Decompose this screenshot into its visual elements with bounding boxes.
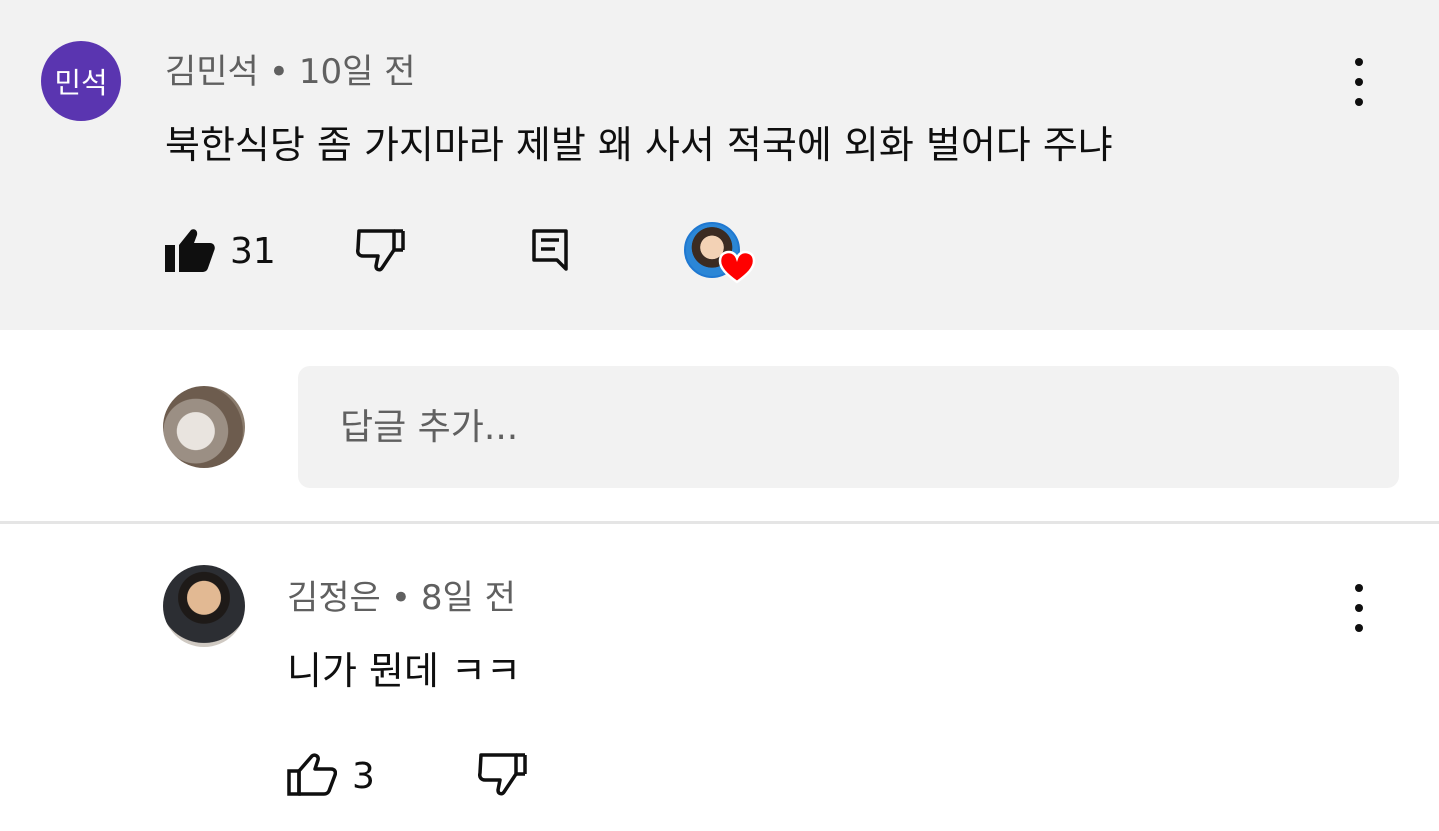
reply-author-avatar[interactable] bbox=[163, 565, 245, 647]
reply-input[interactable] bbox=[298, 366, 1399, 488]
commenter-avatar[interactable]: 민석 bbox=[41, 41, 121, 121]
comment-author[interactable]: 김민석 bbox=[165, 52, 259, 92]
reply-text: 니가 뭔데 ㅋㅋ bbox=[287, 649, 521, 693]
reply-dislike-button[interactable] bbox=[478, 752, 528, 800]
comments-thread: 민석 김민석 • 10일 전 북한식당 좀 가지마라 제발 왜 사서 적국에 외화 … bbox=[0, 0, 1439, 831]
like-count: 31 bbox=[230, 231, 276, 272]
dot-icon bbox=[1355, 604, 1363, 612]
dot-icon bbox=[1355, 624, 1363, 632]
reply-author[interactable]: 김정은 bbox=[287, 578, 381, 618]
reply-like-button[interactable] bbox=[287, 752, 338, 800]
reply-time[interactable]: 8일 전 bbox=[421, 578, 516, 618]
dot-icon bbox=[1355, 584, 1363, 592]
reply-meta: 김정은 • 8일 전 bbox=[287, 570, 516, 619]
dot-icon bbox=[1355, 98, 1363, 106]
highlighted-comment: 민석 김민석 • 10일 전 북한식당 좀 가지마라 제발 왜 사서 적국에 외화 … bbox=[0, 0, 1439, 330]
thumbs-down-icon bbox=[356, 229, 405, 272]
meta-separator: • bbox=[390, 578, 411, 618]
meta-separator: • bbox=[268, 52, 289, 92]
divider bbox=[0, 521, 1439, 524]
comment-time[interactable]: 10일 전 bbox=[299, 52, 416, 92]
dislike-button[interactable] bbox=[356, 228, 406, 276]
dot-icon bbox=[1355, 58, 1363, 66]
comment-text: 북한식당 좀 가지마라 제발 왜 사서 적국에 외화 벌어다 주냐 bbox=[165, 123, 1113, 167]
creator-heart-badge[interactable] bbox=[684, 222, 756, 286]
comment-meta: 김민석 • 10일 전 bbox=[165, 44, 416, 93]
thumbs-down-icon bbox=[478, 753, 527, 796]
dot-icon bbox=[1355, 78, 1363, 86]
comment-menu-button[interactable] bbox=[1353, 58, 1365, 106]
avatar-initials: 민석 bbox=[54, 66, 108, 100]
reply-button[interactable] bbox=[531, 228, 571, 276]
current-user-avatar bbox=[163, 386, 245, 468]
reply-composer bbox=[0, 330, 1439, 522]
reply-like-count: 3 bbox=[352, 756, 375, 797]
comment-icon bbox=[532, 229, 568, 271]
thumbs-up-filled-icon bbox=[165, 229, 215, 272]
heart-icon bbox=[718, 250, 756, 284]
reply-menu-button[interactable] bbox=[1353, 584, 1365, 632]
thumbs-up-icon bbox=[287, 753, 338, 796]
like-button[interactable] bbox=[165, 228, 215, 276]
